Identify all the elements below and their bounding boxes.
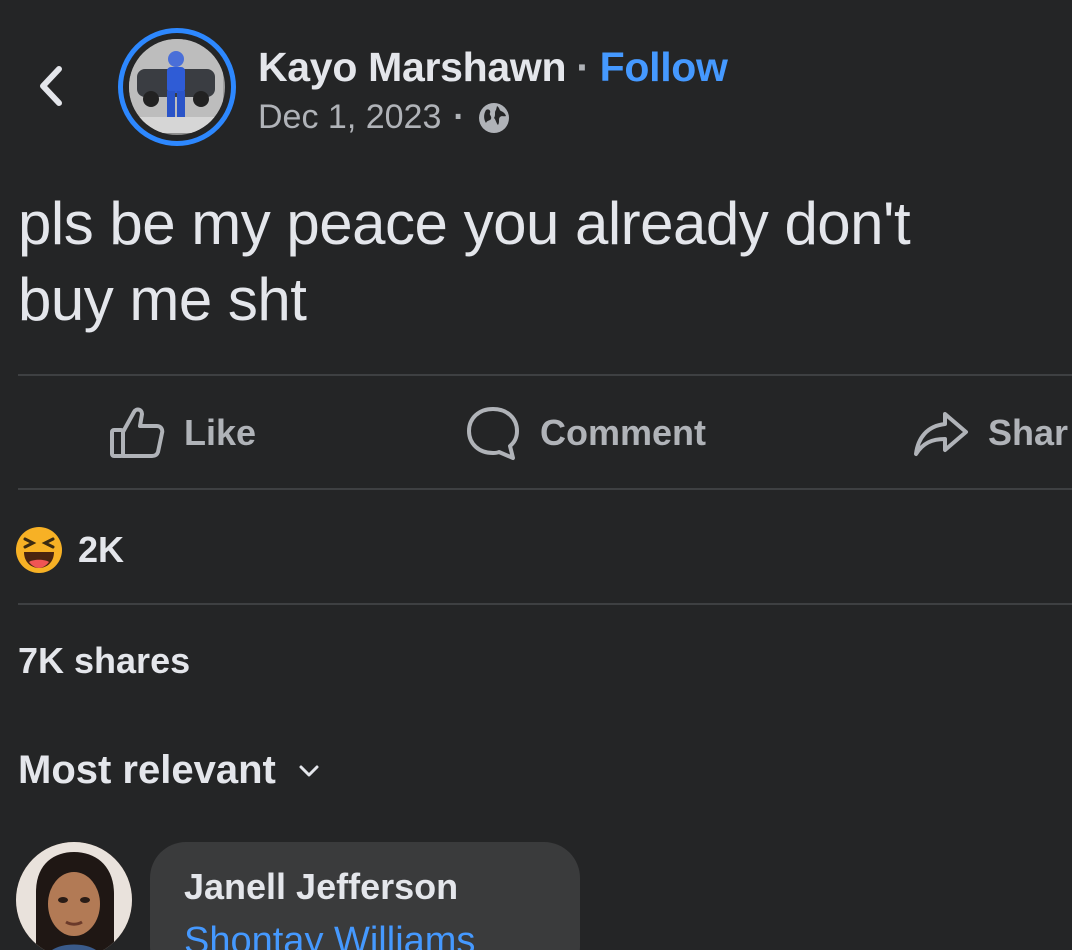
comment-bubble[interactable]: Janell Jefferson Shontay Williams	[150, 842, 580, 950]
share-arrow-icon	[914, 412, 968, 456]
comment-mention-link[interactable]: Shontay Williams	[184, 920, 475, 950]
share-count[interactable]: 7K shares	[18, 640, 190, 682]
share-button[interactable]: Shar	[912, 402, 1068, 464]
chevron-down-icon	[299, 765, 319, 776]
post-header: Kayo Marshawn · Follow Dec 1, 2023 ·	[0, 0, 1072, 170]
post-text: pls be my peace you already don't buy me…	[18, 190, 911, 333]
separator-dot: ·	[576, 44, 590, 90]
back-button[interactable]	[28, 56, 72, 116]
like-button[interactable]: Like	[108, 402, 256, 464]
date-separator: ·	[453, 98, 465, 136]
like-label: Like	[184, 412, 257, 453]
thumbs-up-icon	[110, 407, 165, 458]
reaction-summary[interactable]: 2K	[14, 522, 124, 578]
author-name[interactable]: Kayo Marshawn	[258, 44, 567, 90]
divider-top	[18, 374, 1072, 376]
globe-icon	[478, 102, 509, 133]
action-bar: Like Comment Shar	[0, 378, 1072, 488]
comment-author[interactable]: Janell Jefferson	[184, 866, 458, 908]
haha-emoji-icon	[16, 527, 62, 573]
author-avatar-image	[129, 39, 225, 135]
divider-actions	[18, 488, 1072, 490]
follow-button[interactable]: Follow	[600, 44, 728, 90]
author-avatar[interactable]	[118, 28, 236, 146]
reaction-count: 2K	[78, 529, 125, 570]
post-date[interactable]: Dec 1, 2023	[258, 98, 441, 137]
comment-sort-label: Most relevant	[18, 748, 276, 792]
comment-sort-dropdown[interactable]: Most relevant	[18, 748, 320, 793]
commenter-avatar[interactable]	[16, 842, 132, 950]
comment-bubble-icon	[467, 407, 519, 460]
comment-button[interactable]: Comment	[464, 402, 706, 464]
chevron-left-icon	[40, 66, 62, 106]
comment-label: Comment	[540, 412, 707, 453]
post-meta: Dec 1, 2023 ·	[258, 98, 511, 137]
post-view: Kayo Marshawn · Follow Dec 1, 2023 · pls b…	[0, 0, 1072, 950]
author-line: Kayo Marshawn · Follow	[258, 44, 728, 91]
divider-reactions	[18, 603, 1072, 605]
share-label: Shar	[988, 412, 1069, 453]
